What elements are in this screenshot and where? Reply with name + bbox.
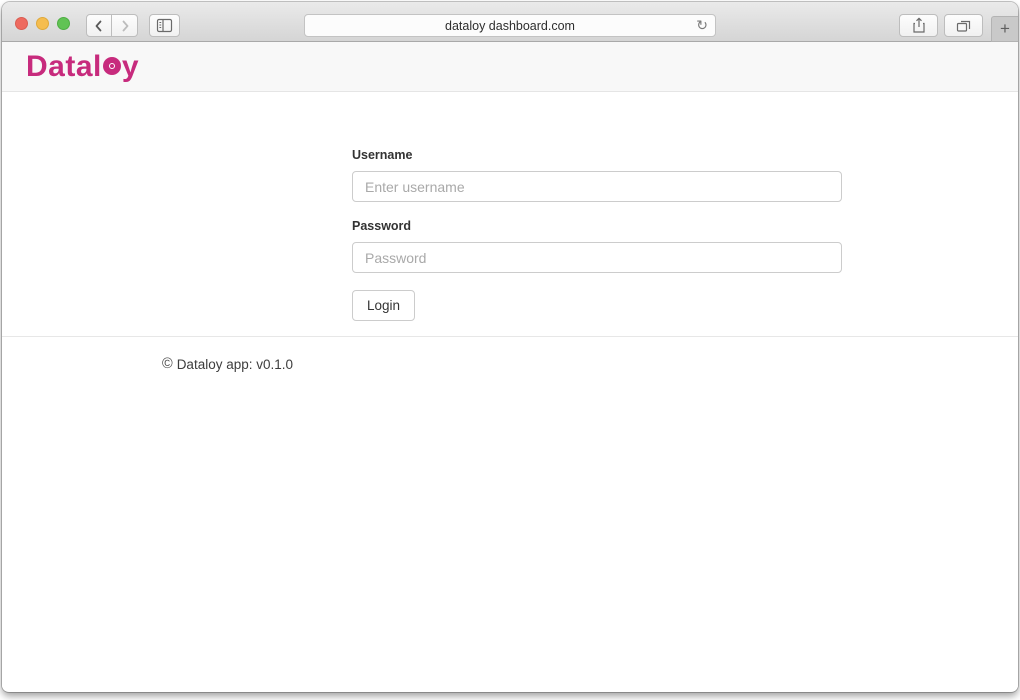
close-window-button[interactable] — [15, 17, 28, 30]
site-header: Dataly — [2, 42, 1018, 92]
chevron-right-icon — [117, 18, 133, 34]
history-nav-group — [86, 14, 138, 37]
address-bar[interactable]: dataloy dashboard.com ↻ — [304, 14, 716, 37]
page-content: Dataly Username Password Login © Dataloy… — [2, 42, 1018, 691]
copyright-icon: © — [162, 356, 173, 372]
zoom-window-button[interactable] — [57, 17, 70, 30]
sidebar-toggle-button[interactable] — [149, 14, 180, 37]
dataloy-logo: Dataly — [26, 51, 139, 83]
browser-toolbar: dataloy dashboard.com ↻ + — [2, 2, 1018, 42]
app-version-text: Dataloy app: v0.1.0 — [177, 357, 293, 372]
logo-text-after: y — [122, 50, 139, 83]
username-label: Username — [352, 148, 842, 162]
share-icon — [911, 17, 927, 34]
back-button[interactable] — [86, 14, 112, 37]
forward-button[interactable] — [112, 14, 138, 37]
browser-window: dataloy dashboard.com ↻ + — [2, 2, 1018, 692]
logo-text-before: Datal — [26, 50, 102, 83]
new-tab-button[interactable]: + — [991, 16, 1018, 42]
tabs-overview-icon — [955, 18, 972, 33]
refresh-icon[interactable]: ↻ — [696, 17, 708, 34]
show-tabs-button[interactable] — [944, 14, 983, 37]
plus-icon: + — [1000, 19, 1010, 39]
url-text: dataloy dashboard.com — [445, 19, 575, 33]
footer-divider — [2, 336, 1018, 337]
traffic-lights — [15, 17, 70, 30]
login-button[interactable]: Login — [352, 290, 415, 321]
sidebar-icon — [156, 18, 173, 33]
password-input[interactable] — [352, 242, 842, 273]
minimize-window-button[interactable] — [36, 17, 49, 30]
username-input[interactable] — [352, 171, 842, 202]
logo-o-icon — [103, 57, 121, 75]
password-label: Password — [352, 219, 842, 233]
share-button[interactable] — [899, 14, 938, 37]
chevron-left-icon — [91, 18, 107, 34]
app-version-footer: © Dataloy app: v0.1.0 — [162, 356, 293, 372]
